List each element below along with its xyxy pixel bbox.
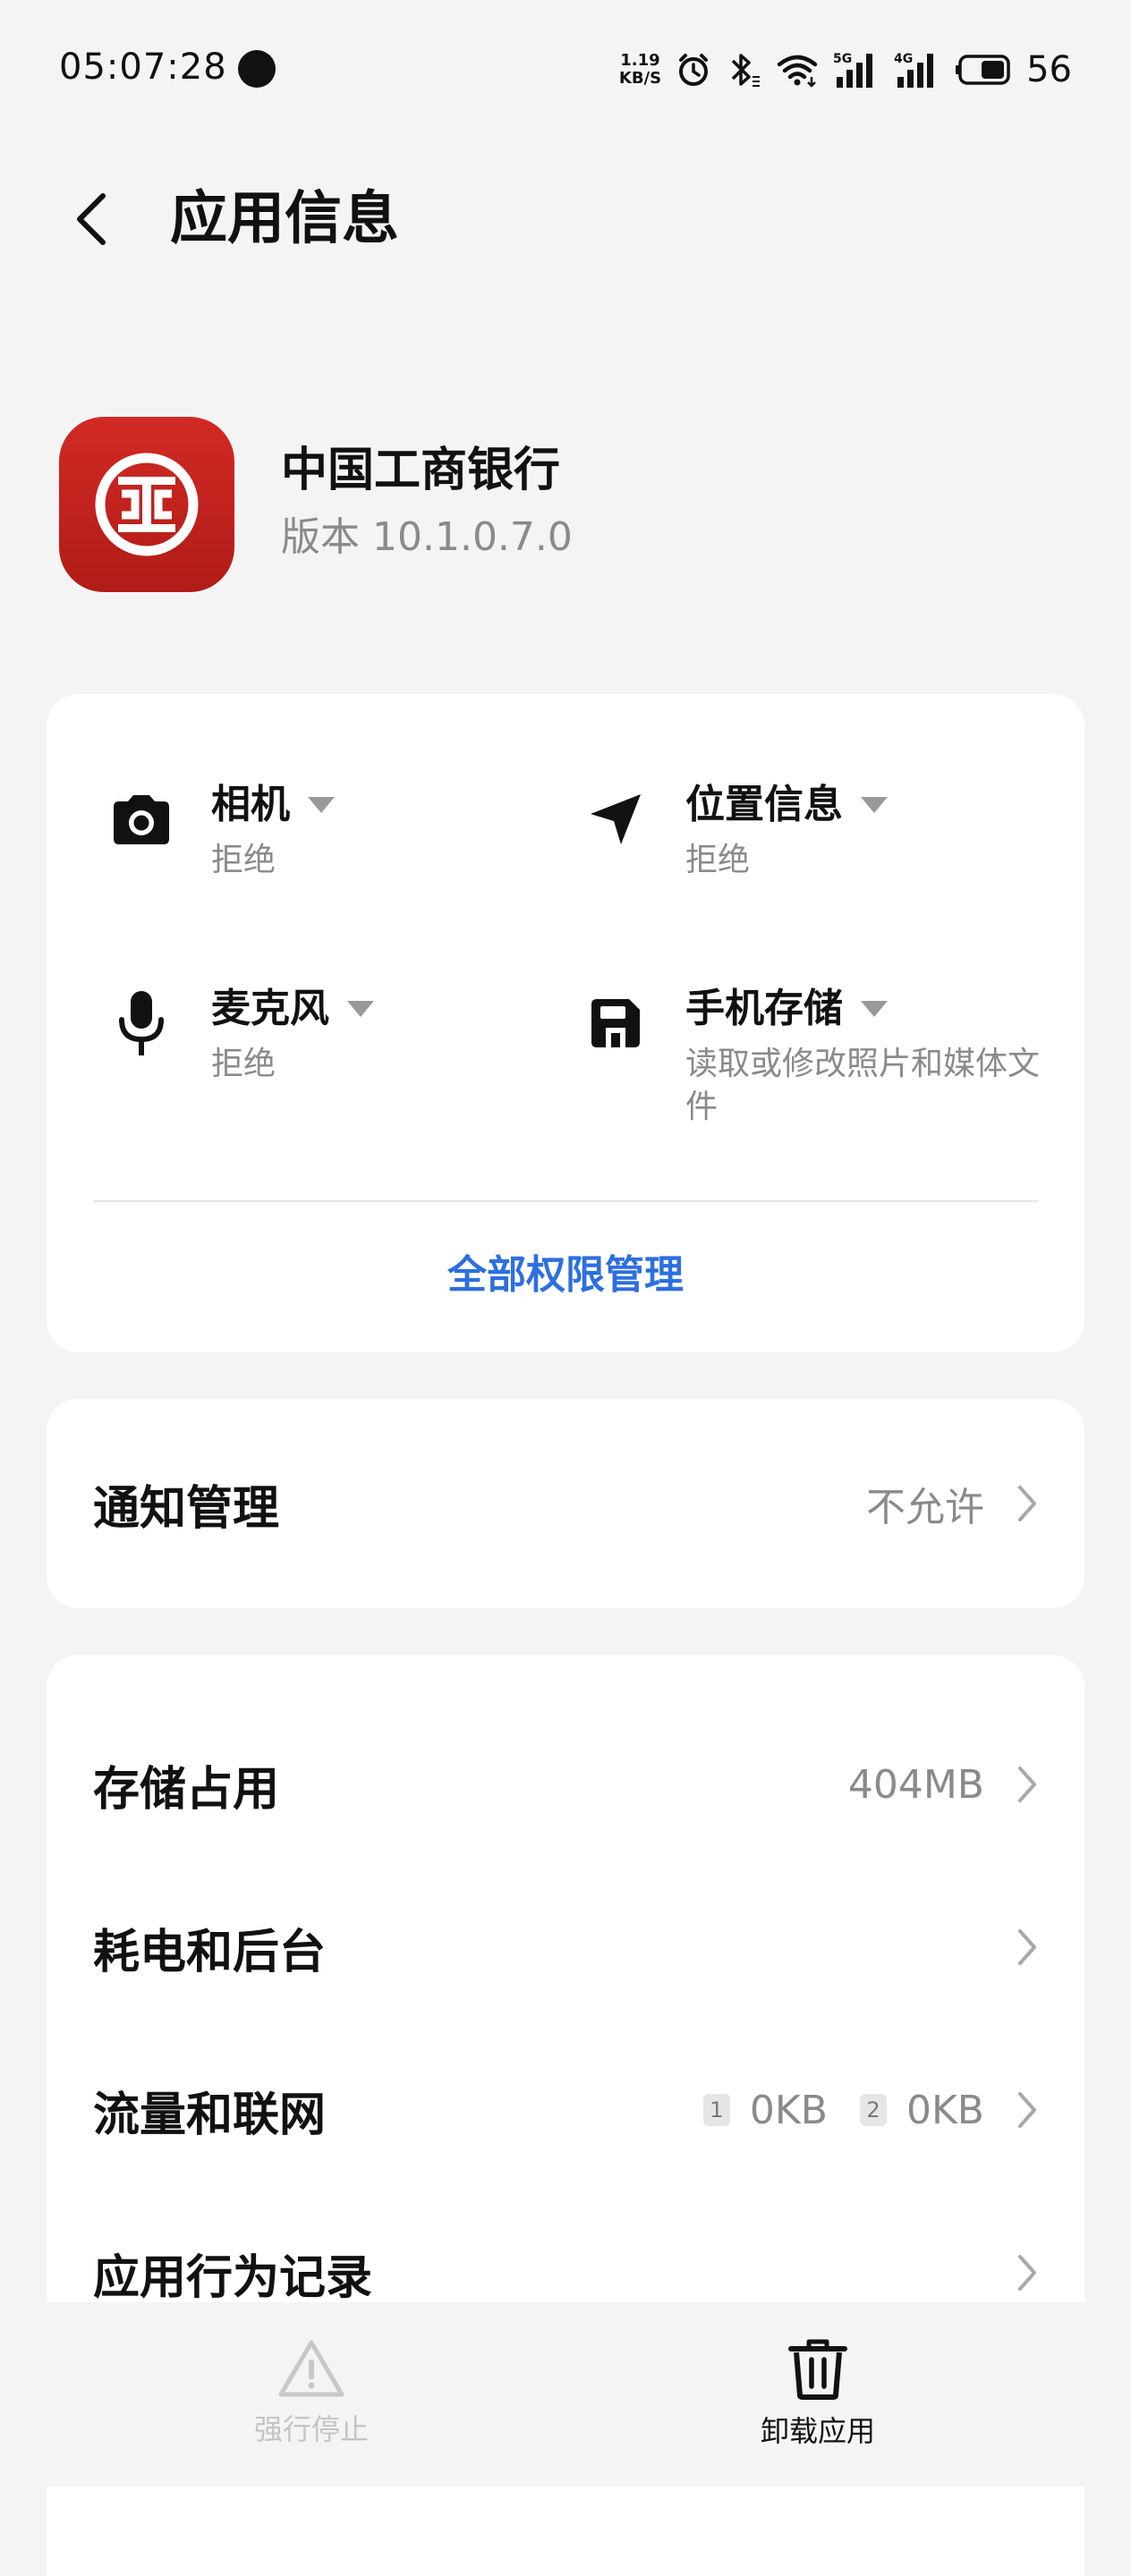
permission-camera-title: 相机 [211,782,290,827]
battery-background-label: 耗电和后台 [93,1925,327,1979]
uninstall-label: 卸载应用 [760,2414,875,2448]
microphone-icon [106,987,177,1059]
status-bar: 05:07:28 1.19 KB/S 5G 4G 56 [0,0,1131,134]
chevron-right-icon [1018,1486,1036,1521]
permission-location-title: 位置信息 [685,782,843,827]
notification-management-label: 通知管理 [93,1481,280,1536]
storage-usage-label: 存储占用 [93,1762,280,1817]
divider [93,1200,1038,1202]
permission-storage-title: 手机存储 [685,986,843,1031]
permission-microphone-title: 麦克风 [211,986,329,1031]
notification-management-value: 不允许 [866,1485,984,1530]
app-behavior-log-label: 应用行为记录 [93,2250,373,2305]
battery-level: 56 [1026,49,1072,90]
permission-location-status: 拒绝 [685,842,751,878]
dropdown-arrow-icon [347,1001,374,1017]
wifi-icon [776,52,819,88]
manage-all-permissions-link[interactable]: 全部权限管理 [47,1250,1084,1301]
signal-5g-icon: 5G [833,50,880,89]
dropdown-arrow-icon [861,797,888,813]
bottom-action-bar: 强行停止 卸载应用 [0,2302,1131,2487]
back-arrow-icon [77,193,106,245]
force-stop-button[interactable]: 强行停止 [177,2338,446,2447]
notification-card: 通知管理 不允许 [47,1399,1084,1608]
signal-5g-label: 5G [833,52,852,66]
chevron-right-icon [1018,1767,1036,1802]
dropdown-arrow-icon [861,1001,888,1017]
camera-icon [106,784,177,855]
app-info: 中国工商银行 版本 10.1.0.7.0 [59,417,1072,592]
battery-icon [955,54,1012,86]
warning-icon [278,2340,344,2397]
notification-management-row[interactable]: 通知管理 不允许 [93,1459,1038,1548]
permission-microphone-status: 拒绝 [211,1046,276,1082]
app-header: 应用信息 [0,170,1131,277]
data-usage-row[interactable]: 流量和联网 1 0KB 2 0KB [93,2065,1038,2155]
sim1-data-value: 0KB [749,2087,828,2133]
permission-storage-status: 读取或修改照片和媒体文件 [685,1046,1041,1125]
location-icon [580,784,651,855]
status-time: 05:07:28 [59,47,227,88]
status-icons: 1.19 KB/S 5G 4G 56 [619,45,1072,95]
bluetooth-icon [726,50,761,89]
network-speed-unit: KB/S [618,69,662,88]
sim2-data-value: 0KB [906,2087,984,2133]
uninstall-button[interactable]: 卸载应用 [684,2338,952,2449]
storage-usage-row[interactable]: 存储占用 404MB [93,1740,1038,1829]
app-version: 版本 10.1.0.7.0 [281,514,573,560]
dropdown-arrow-icon [308,797,335,813]
icbc-logo-icon [59,417,234,592]
storage-icon [580,987,651,1059]
page-title: 应用信息 [170,186,399,252]
network-speed: 1.19 KB/S [619,52,661,88]
signal-4g-icon: 4G [894,50,940,89]
alarm-icon [676,52,711,88]
chevron-right-icon [1018,2092,1036,2128]
permissions-card: 相机 拒绝 位置信息 拒绝 麦克风 拒绝 手机存储 读取或修改照片和媒体文件 全… [47,694,1084,1352]
sim2-badge: 2 [859,2094,887,2126]
signal-4g-label: 4G [894,52,913,66]
network-speed-value: 1.19 [620,51,660,70]
storage-usage-value: 404MB [847,1761,984,1808]
chevron-right-icon [1018,2255,1036,2291]
data-usage-label: 流量和联网 [93,2088,327,2142]
notification-dot-icon [238,50,276,88]
trash-icon [788,2339,847,2400]
permission-camera-status: 拒绝 [211,842,276,878]
back-button[interactable] [59,188,122,250]
app-name: 中国工商银行 [281,444,561,497]
chevron-right-icon [1018,1929,1036,1965]
sim1-badge: 1 [702,2094,730,2126]
force-stop-label: 强行停止 [253,2412,369,2446]
battery-background-row[interactable]: 耗电和后台 [93,1902,1038,1992]
